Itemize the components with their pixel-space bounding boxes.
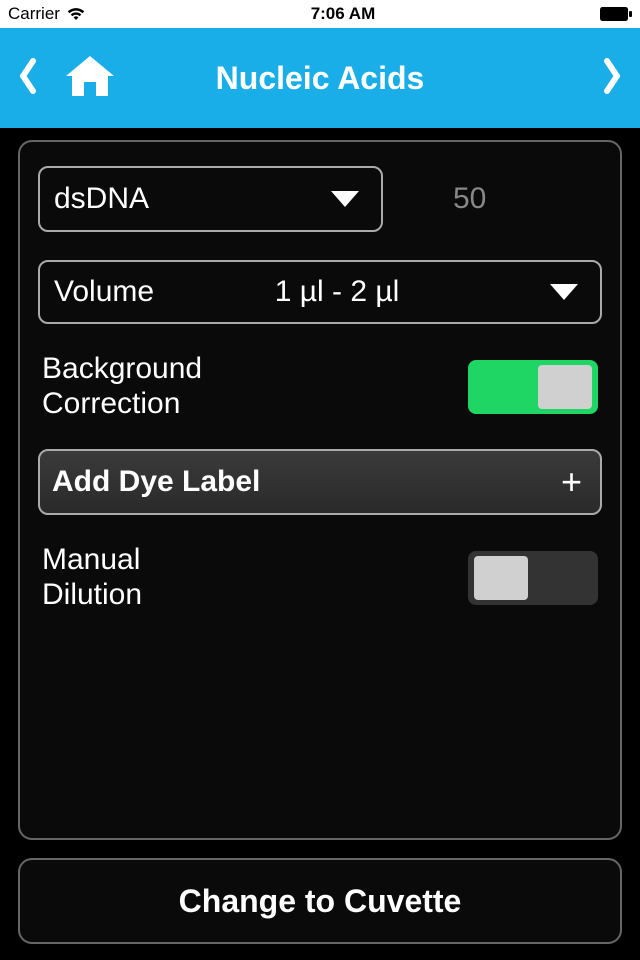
- plus-icon: +: [561, 461, 582, 503]
- chevron-down-icon: [550, 284, 578, 300]
- status-bar: Carrier 7:06 AM: [0, 0, 640, 28]
- nav-bar: Nucleic Acids: [0, 28, 640, 128]
- home-button[interactable]: [64, 54, 116, 103]
- sample-type-row: dsDNA 50: [38, 166, 602, 232]
- toggle-knob: [538, 365, 592, 409]
- add-dye-label-button[interactable]: Add Dye Label +: [38, 449, 602, 515]
- battery-icon: [600, 7, 632, 21]
- add-dye-text: Add Dye Label: [52, 465, 260, 499]
- status-right: [600, 7, 632, 21]
- sample-type-value: dsDNA: [54, 182, 149, 216]
- chevron-down-icon: [331, 191, 359, 207]
- manual-dilution-row: Manual Dilution: [38, 543, 602, 612]
- sample-type-select[interactable]: dsDNA: [38, 166, 383, 232]
- back-button[interactable]: [18, 58, 38, 99]
- clock-label: 7:06 AM: [311, 4, 376, 24]
- volume-select[interactable]: Volume 1 µl - 2 µl: [38, 260, 602, 324]
- background-correction-row: Background Correction: [38, 352, 602, 421]
- sample-coefficient: 50: [453, 182, 486, 216]
- toggle-knob: [474, 556, 528, 600]
- manual-dilution-label: Manual Dilution: [42, 543, 142, 612]
- change-to-cuvette-label: Change to Cuvette: [179, 883, 462, 920]
- change-to-cuvette-button[interactable]: Change to Cuvette: [18, 858, 622, 944]
- background-correction-toggle[interactable]: [468, 360, 598, 414]
- wifi-icon: [66, 7, 86, 21]
- status-left: Carrier: [8, 4, 86, 24]
- settings-panel: dsDNA 50 Volume 1 µl - 2 µl Background C…: [18, 140, 622, 840]
- background-correction-label: Background Correction: [42, 352, 202, 421]
- manual-dilution-toggle[interactable]: [468, 551, 598, 605]
- carrier-label: Carrier: [8, 4, 60, 24]
- forward-button[interactable]: [602, 81, 622, 98]
- page-title: Nucleic Acids: [216, 60, 425, 97]
- volume-value: 1 µl - 2 µl: [124, 275, 550, 309]
- content: dsDNA 50 Volume 1 µl - 2 µl Background C…: [0, 128, 640, 960]
